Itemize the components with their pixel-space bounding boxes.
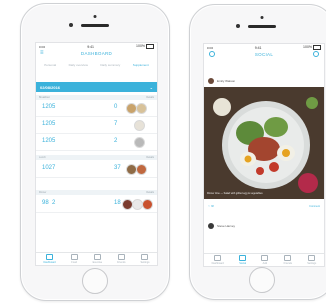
row-value-b: 2: [52, 200, 56, 206]
status-time: 9:41: [87, 44, 94, 49]
add-icon: [261, 255, 269, 261]
sensor-icon: [69, 23, 73, 27]
nav-exercise[interactable]: Exercise: [93, 254, 102, 264]
food-thumb: [136, 164, 147, 175]
section-lunch: Lunch Details: [36, 155, 157, 160]
phone-right: ••••• 9:41 100% SOCIAL Emily Watson Dinn…: [189, 4, 326, 300]
home-button[interactable]: [82, 268, 108, 294]
meal-row[interactable]: 98 2 18: [36, 196, 157, 213]
row-value-a: 120: [42, 104, 53, 110]
row-value-b: 5: [52, 104, 56, 110]
dashboard-icon: [46, 254, 54, 260]
row-value-c: 0: [114, 104, 118, 110]
avatar[interactable]: [208, 223, 214, 229]
row-value-a: 120: [42, 138, 53, 144]
battery-status: 100%: [136, 44, 154, 49]
photo-caption: Dinner time — Salad with grilled egg & v…: [207, 192, 263, 195]
row-value-c: 18: [114, 200, 121, 206]
page-title: SOCIAL: [254, 52, 274, 57]
nav-friends[interactable]: Friends: [117, 254, 126, 264]
row-value-a: 98: [42, 200, 49, 206]
meal-row[interactable]: 120 5 0: [36, 100, 157, 117]
battery-icon: [313, 45, 321, 50]
food-thumb: [136, 103, 147, 114]
comment-button[interactable]: Comment: [309, 205, 320, 208]
tab-supplement[interactable]: Supplement: [133, 63, 149, 67]
row-value-b: 5: [52, 121, 56, 127]
tab-daily-summary[interactable]: Daily summary: [100, 63, 120, 67]
tab-daily-overview[interactable]: Daily overview: [69, 63, 88, 67]
battery-status: 100%: [303, 45, 321, 50]
nav-dashboard[interactable]: Dashboard: [43, 254, 56, 264]
front-camera-icon: [93, 15, 97, 18]
nav-add[interactable]: Add: [261, 255, 269, 265]
mockup-stage: ••••• 9:41 100% ≡ DASHBOARD Personal Dai…: [0, 0, 326, 307]
bottom-nav: Dashboard Social Add Friends Settings: [204, 253, 324, 266]
exercise-icon: [93, 254, 101, 260]
friends-icon: [117, 254, 125, 260]
date-selector[interactable]: 02/08/2016 ⌄: [36, 82, 157, 92]
nav-food[interactable]: Food: [70, 254, 78, 264]
row-value-c: 7: [114, 121, 118, 127]
avatar[interactable]: [208, 77, 214, 84]
home-button[interactable]: [249, 267, 275, 293]
earpiece: [248, 25, 276, 28]
dashboard-icon: [214, 255, 222, 261]
nav-friends[interactable]: Friends: [284, 255, 292, 265]
friends-icon: [284, 255, 292, 261]
row-value-a: 120: [42, 121, 53, 127]
battery-icon: [146, 44, 154, 49]
phone-left: ••••• 9:41 100% ≡ DASHBOARD Personal Dai…: [20, 3, 170, 301]
row-value-c: 2: [114, 138, 118, 144]
meal-row[interactable]: 120 5 2: [36, 134, 157, 151]
nav-settings[interactable]: Settings: [140, 254, 150, 264]
row-value-a: 102: [42, 165, 53, 171]
meal-row[interactable]: 102 7 37: [36, 161, 157, 178]
meal-row[interactable]: 120 5 7: [36, 117, 157, 134]
food-thumb: [142, 199, 153, 210]
food-icon: [70, 254, 78, 260]
earpiece: [81, 24, 109, 27]
tab-personal[interactable]: Personal: [44, 63, 56, 67]
chevron-down-icon: ⌄: [149, 84, 153, 90]
settings-icon: [308, 255, 316, 261]
bottom-nav: Dashboard Food Exercise Friends Settings: [36, 252, 157, 265]
food-thumb: [134, 137, 145, 148]
row-value-c: 37: [114, 165, 121, 171]
carrier-signal: •••••: [39, 44, 46, 49]
tab-bar: Personal Daily overview Daily summary Su…: [36, 63, 157, 67]
settings-icon: [141, 254, 149, 260]
date-label: 02/08/2016: [40, 84, 61, 90]
status-bar: ••••• 9:41 100%: [204, 44, 324, 51]
food-photo[interactable]: Dinner time — Salad with grilled egg & v…: [204, 87, 324, 199]
social-screen: ••••• 9:41 100% SOCIAL Emily Watson Dinn…: [203, 43, 325, 267]
row-value-b: 7: [52, 165, 56, 171]
search-icon[interactable]: [313, 51, 319, 57]
front-camera-icon: [260, 16, 264, 19]
post-header[interactable]: Emily Watson: [204, 75, 324, 86]
row-value-b: 5: [52, 138, 56, 144]
status-time: 9:41: [254, 45, 262, 50]
section-dinner: Dinner Details: [36, 190, 157, 195]
post-header[interactable]: Steve Harvey: [204, 221, 324, 231]
nav-settings[interactable]: Settings: [307, 255, 316, 265]
nav-social[interactable]: Social: [239, 255, 247, 265]
post-username[interactable]: Emily Watson: [217, 79, 235, 83]
post-username[interactable]: Steve Harvey: [217, 224, 235, 228]
like-button[interactable]: ♡ 38: [208, 205, 214, 208]
post-actions: ♡ 38 Comment: [204, 202, 324, 210]
carrier-signal: •••••: [207, 45, 214, 50]
dashboard-screen: ••••• 9:41 100% ≡ DASHBOARD Personal Dai…: [35, 42, 158, 266]
salad-plate-illustration: [204, 87, 324, 199]
sensor-icon: [236, 24, 240, 28]
food-thumb: [134, 120, 145, 131]
status-bar: ••••• 9:41 100%: [36, 43, 157, 50]
page-title: DASHBOARD: [80, 51, 113, 56]
nav-dashboard[interactable]: Dashboard: [212, 255, 224, 265]
social-icon: [239, 255, 247, 261]
